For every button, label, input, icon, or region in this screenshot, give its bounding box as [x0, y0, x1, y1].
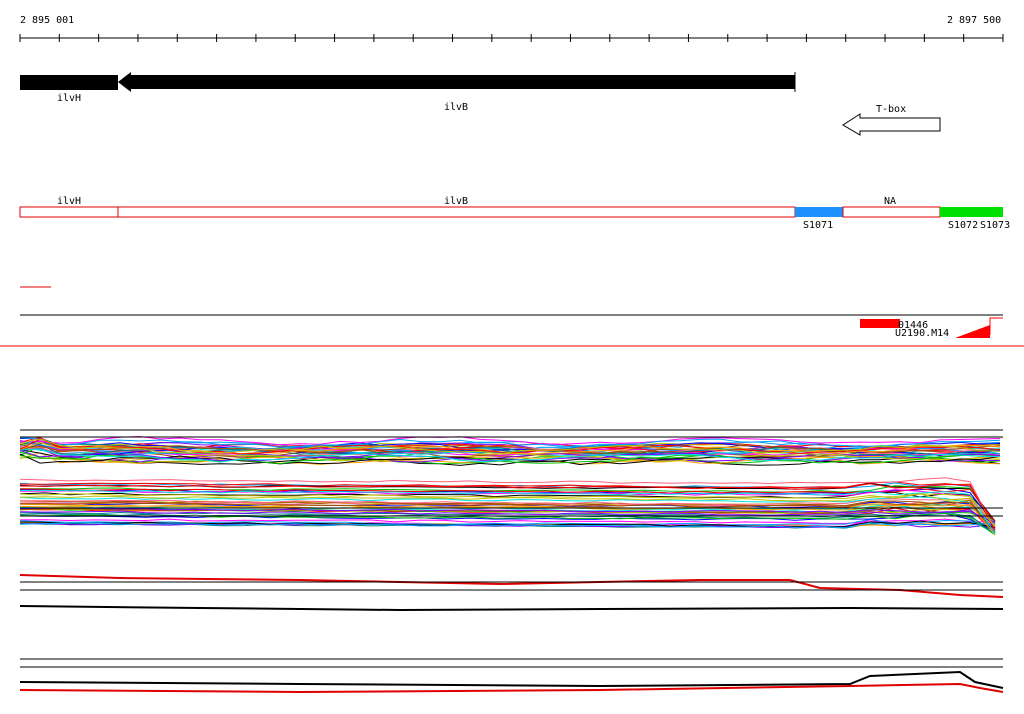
- segment-id-S1072: S1072: [948, 220, 978, 231]
- segment-na[interactable]: [842, 206, 941, 218]
- segment-id-S1071: S1071: [803, 220, 833, 231]
- probe-01446[interactable]: [860, 319, 900, 328]
- probe-bracket: [989, 317, 1003, 335]
- probe-U2190-M14[interactable]: [955, 325, 990, 338]
- ruler-start-label: 2 895 001: [20, 15, 74, 26]
- coordinate-ruler: 2 895 001 2 897 500: [19, 15, 1004, 42]
- profile-black-line: [19, 605, 1004, 612]
- segment-S1072-S1073[interactable]: [940, 207, 1003, 217]
- segment-na-label: NA: [884, 196, 896, 207]
- ruler-end-label: 2 897 500: [947, 15, 1001, 26]
- gene-track: ilvH ilvB T-box: [20, 72, 941, 136]
- segment-id-S1073: S1073: [980, 220, 1010, 231]
- lower-tracks: [20, 581, 1003, 668]
- profile-red-line: [19, 574, 1004, 598]
- tbox-arrow[interactable]: [842, 113, 941, 136]
- gene-ilvH-label: ilvH: [57, 93, 81, 104]
- segment-track: ilvH ilvB NA S1071 S1072 S1073: [19, 196, 1010, 231]
- segment-S1071[interactable]: [795, 207, 843, 217]
- tbox-label: T-box: [876, 104, 906, 115]
- gene-ilvB-label: ilvB: [444, 102, 468, 113]
- gene-ilvB[interactable]: [118, 72, 795, 92]
- segment-ilvH[interactable]: [19, 206, 119, 218]
- gene-ilvH[interactable]: [20, 75, 118, 90]
- segment-ilvB-label: ilvB: [444, 196, 468, 207]
- expression-profiles: [19, 429, 1004, 694]
- probe-U2190-label: U2190.M14: [895, 328, 949, 339]
- segment-ilvH-label: ilvH: [57, 196, 81, 207]
- probe-track: 01446 U2190.M14: [0, 314, 1024, 347]
- genome-browser-canvas: 2 895 001 2 897 500 ilvH ilvB T-box ilvH…: [0, 15, 1024, 694]
- segment-ilvB[interactable]: [117, 206, 796, 218]
